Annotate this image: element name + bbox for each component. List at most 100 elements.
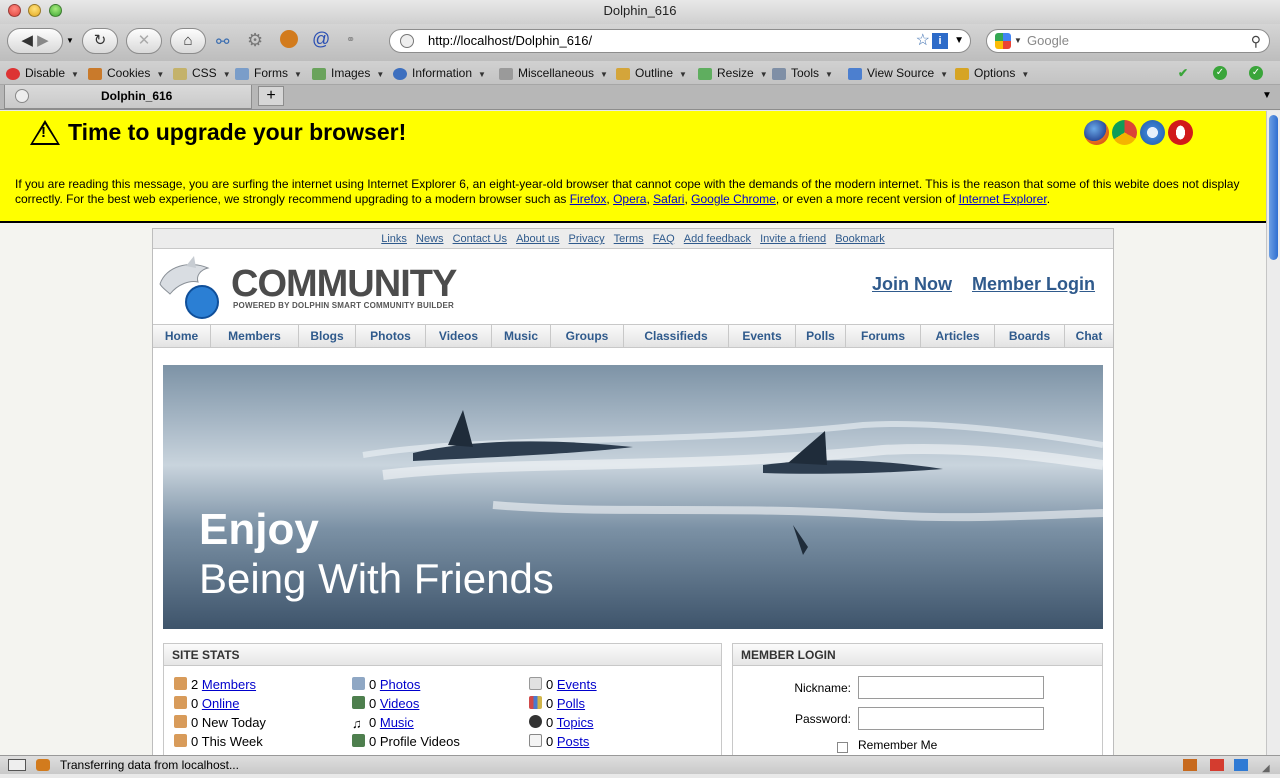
stat-photos-link[interactable]: Photos [380, 677, 420, 692]
chrome-icon[interactable] [1112, 120, 1137, 145]
vertical-scrollbar[interactable] [1266, 111, 1280, 755]
stat-music-link[interactable]: Music [380, 715, 414, 730]
safari-icon[interactable] [1140, 120, 1165, 145]
menu-music[interactable]: Music [492, 325, 551, 347]
minimize-window-button[interactable] [28, 4, 41, 17]
css-valid-check-icon[interactable]: ✔ [1178, 61, 1188, 85]
devbar-tools[interactable]: Tools ▼ [772, 61, 833, 87]
new-tab-button[interactable]: + [258, 86, 284, 106]
stop-button[interactable]: ✕ [126, 28, 162, 54]
settings-gear-icon[interactable]: ⚙ [247, 30, 263, 51]
stat-online-link[interactable]: Online [202, 696, 240, 711]
dolphin-logo-icon[interactable] [156, 254, 226, 322]
menu-polls[interactable]: Polls [796, 325, 846, 347]
reload-button[interactable]: ↻ [82, 28, 118, 54]
accessibility-check-icon[interactable]: ✓ [1249, 66, 1263, 80]
bookmark-star-icon[interactable]: ☆ [916, 30, 930, 52]
devbar-outline[interactable]: Outline ▼ [616, 61, 687, 87]
site-identity-icon[interactable] [400, 34, 414, 48]
search-bar[interactable]: ▼ Google ⚲ [986, 29, 1270, 53]
opera-link[interactable]: Opera [613, 192, 646, 206]
menu-videos[interactable]: Videos [426, 325, 492, 347]
top-link-about-us[interactable]: About us [516, 233, 559, 245]
menu-events[interactable]: Events [729, 325, 796, 347]
devbar-view-source[interactable]: View Source ▼ [848, 61, 948, 87]
internet-explorer-link[interactable]: Internet Explorer [959, 192, 1047, 206]
top-link-links[interactable]: Links [381, 233, 407, 245]
stat-topics-link[interactable]: Topics [557, 715, 594, 730]
forward-icon[interactable]: ▶ [37, 32, 49, 49]
devbar-information[interactable]: Information ▼ [393, 61, 486, 87]
extension-icon[interactable]: ⚯ [216, 32, 229, 52]
top-link-invite-a-friend[interactable]: Invite a friend [760, 233, 826, 245]
firefox-icon[interactable] [1084, 120, 1109, 145]
history-dropdown-icon[interactable]: ▼ [66, 36, 74, 45]
menu-classifieds[interactable]: Classifieds [624, 325, 729, 347]
devbar-forms[interactable]: Forms ▼ [235, 61, 302, 87]
top-link-contact-us[interactable]: Contact Us [453, 233, 507, 245]
back-icon[interactable]: ◀ [21, 32, 33, 49]
calendar-icon [529, 677, 542, 690]
devbar-disable[interactable]: Disable ▼ [6, 61, 79, 87]
status-addon-icon-1[interactable] [1183, 759, 1197, 771]
member-login-link[interactable]: Member Login [972, 274, 1095, 295]
home-button[interactable]: ⌂ [170, 28, 206, 54]
search-engine-dropdown-icon[interactable]: ▼ [1014, 30, 1022, 52]
stat-members-link[interactable]: Members [202, 677, 256, 692]
resize-grip-icon[interactable]: ◢ [1262, 760, 1270, 778]
menu-articles[interactable]: Articles [921, 325, 995, 347]
devbar-css[interactable]: CSS ▼ [173, 61, 231, 87]
tab-dolphin[interactable]: Dolphin_616 [4, 85, 252, 109]
back-forward-button[interactable]: ◀ ▶ [7, 28, 63, 54]
stat-videos-link[interactable]: Videos [380, 696, 420, 711]
firefox-link[interactable]: Firefox [570, 192, 607, 206]
status-addon-icon-3[interactable] [1234, 759, 1248, 771]
addon-small-icon[interactable]: ⚭ [346, 33, 355, 46]
menu-home[interactable]: Home [153, 325, 211, 347]
search-placeholder[interactable]: Google [1027, 33, 1069, 48]
join-now-link[interactable]: Join Now [872, 274, 952, 295]
menu-groups[interactable]: Groups [551, 325, 624, 347]
devbar-images[interactable]: Images ▼ [312, 61, 384, 87]
top-link-privacy[interactable]: Privacy [569, 233, 605, 245]
top-link-bookmark[interactable]: Bookmark [835, 233, 885, 245]
firebug-icon[interactable] [280, 30, 298, 48]
stat-events-link[interactable]: Events [557, 677, 597, 692]
tab-list-dropdown-icon[interactable]: ▼ [1262, 90, 1272, 101]
menu-photos[interactable]: Photos [356, 325, 426, 347]
safari-link[interactable]: Safari [653, 192, 684, 206]
status-addon-icon-2[interactable] [1210, 759, 1224, 771]
scrollbar-thumb[interactable] [1269, 115, 1278, 260]
top-link-terms[interactable]: Terms [614, 233, 644, 245]
opera-icon[interactable] [1168, 120, 1193, 145]
menu-forums[interactable]: Forums [846, 325, 921, 347]
devbar-options[interactable]: Options ▼ [955, 61, 1029, 87]
status-firebug-icon[interactable] [36, 759, 50, 771]
menu-boards[interactable]: Boards [995, 325, 1065, 347]
close-window-button[interactable] [8, 4, 21, 17]
devbar-resize[interactable]: Resize ▼ [698, 61, 768, 87]
stat-posts-link[interactable]: Posts [557, 734, 590, 749]
html-valid-check-icon[interactable]: ✓ [1213, 66, 1227, 80]
stat-polls-link[interactable]: Polls [557, 696, 585, 711]
url-bar[interactable]: http://localhost/Dolphin_616/ ☆ i ▼ [389, 29, 971, 53]
devbar-miscellaneous[interactable]: Miscellaneous ▼ [499, 61, 608, 87]
password-input[interactable] [858, 707, 1044, 730]
top-link-add-feedback[interactable]: Add feedback [684, 233, 751, 245]
menu-members[interactable]: Members [211, 325, 299, 347]
devbar-cookies[interactable]: Cookies ▼ [88, 61, 164, 87]
menu-blogs[interactable]: Blogs [299, 325, 356, 347]
google-search-engine-icon[interactable] [995, 33, 1011, 49]
top-link-faq[interactable]: FAQ [653, 233, 675, 245]
url-text[interactable]: http://localhost/Dolphin_616/ [428, 33, 592, 48]
nickname-input[interactable] [858, 676, 1044, 699]
zoom-window-button[interactable] [49, 4, 62, 17]
swirl-addon-icon[interactable]: @ [312, 29, 330, 50]
top-link-news[interactable]: News [416, 233, 444, 245]
menu-chat[interactable]: Chat [1065, 325, 1113, 347]
url-dropdown-icon[interactable]: ▼ [954, 30, 964, 52]
remember-me-checkbox[interactable] [837, 742, 848, 753]
google-chrome-link[interactable]: Google Chrome [691, 192, 776, 206]
info-icon[interactable]: i [932, 33, 948, 49]
search-icon[interactable]: ⚲ [1251, 30, 1261, 52]
